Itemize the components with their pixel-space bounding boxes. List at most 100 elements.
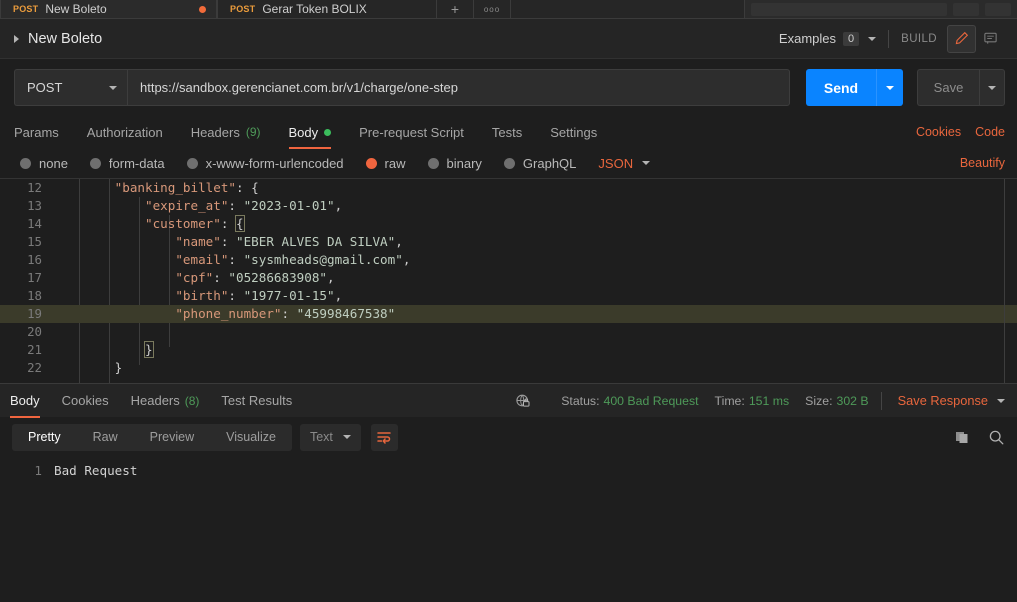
copy-icon[interactable] [954,429,970,445]
code-token: } [144,341,154,358]
tab-label: Tests [491,124,523,140]
response-tab-cookies[interactable]: Cookies [62,384,109,418]
word-wrap-icon[interactable] [370,423,398,451]
radio-icon [89,157,101,169]
ellipsis-icon[interactable]: ooo [474,0,511,18]
time-value: 151 ms [748,393,790,408]
request-body-editor[interactable]: 12 "banking_billet": {13 "expire_at": "2… [0,178,1017,383]
tab-params[interactable]: Params [14,116,59,148]
view-mode-preview[interactable]: Preview [134,424,210,451]
http-method-select[interactable]: POST [14,69,127,106]
code-token: , [327,270,335,285]
tab-label: Settings [550,124,598,140]
send-options-caret[interactable] [876,69,903,106]
code-text: "banking_billet": { [54,179,1017,197]
divider [888,29,890,48]
url-value: https://sandbox.gerencianet.com.br/v1/ch… [140,80,458,95]
code-line[interactable]: 14 "customer": { [0,215,1017,233]
code-token: "email" [175,252,229,267]
code-token: "birth" [175,288,229,303]
request-tab-gerar-token-bolix[interactable]: POST Gerar Token BOLIX [217,0,437,18]
line-number: 22 [27,360,42,375]
response-body-viewer[interactable]: 1 Bad Request [0,457,1017,567]
view-mode-pretty[interactable]: Pretty [12,424,77,451]
body-type-none[interactable]: none [20,156,68,171]
response-meta: Status: 400 Bad Request Time: 151 ms Siz… [515,391,1005,410]
body-type-binary[interactable]: binary [427,156,482,171]
body-type-form-data[interactable]: form-data [89,156,165,171]
tab-body[interactable]: Body [288,116,332,149]
tab-settings[interactable]: Settings [550,116,597,148]
tab-method-label: POST [13,4,39,14]
body-type-row: none form-data x-www-form-urlencoded raw… [0,148,1017,178]
chevron-down-icon[interactable] [868,36,877,41]
tab-bar-spacer [511,0,745,18]
request-header: New Boleto Examples 0 BUILD [0,19,1017,59]
chevron-down-icon[interactable] [642,161,651,165]
response-format-select[interactable]: Text [299,423,361,451]
view-mode-raw[interactable]: Raw [77,424,134,451]
tab-pre-request-script[interactable]: Pre-request Script [359,116,464,148]
toolbar-button-a[interactable] [953,2,979,16]
tab-count: (8) [184,393,200,408]
status-label: Status: [561,393,600,408]
body-type-graphql[interactable]: GraphQL [503,156,576,171]
response-tab-body[interactable]: Body [10,384,40,418]
code-line[interactable]: 20 [0,323,1017,341]
search-icon[interactable] [988,429,1005,446]
response-tab-headers[interactable]: Headers (8) [131,384,200,418]
line-number: 15 [27,234,42,249]
save-options-caret[interactable] [979,69,1005,106]
code-line[interactable]: 18 "birth": "1977-01-15", [0,287,1017,305]
editor-scrollbar[interactable] [1007,179,1017,383]
line-number: 12 [27,180,42,195]
pencil-icon[interactable] [947,24,976,53]
comment-icon[interactable] [976,25,1005,53]
http-method-value: POST [27,80,63,95]
response-view-mode-group: Pretty Raw Preview Visualize [12,423,292,451]
tab-tests[interactable]: Tests [492,116,522,148]
send-button[interactable]: Send [806,69,876,106]
code-line[interactable]: 21 } [0,341,1017,359]
code-line[interactable]: 19 "phone_number": "45998467538" [0,305,1017,323]
code-line[interactable]: 17 "cpf": "05286683908", [0,269,1017,287]
chevron-down-icon[interactable] [997,398,1005,403]
code-token: : [281,306,297,321]
response-tab-test-results[interactable]: Test Results [221,384,292,418]
line-number: 20 [27,324,42,339]
time-group: Time: 151 ms [715,394,790,408]
code-line[interactable]: 22 } [0,359,1017,377]
body-format-select[interactable]: JSON [598,156,633,171]
size-value: 302 B [836,393,869,408]
plus-icon[interactable]: + [437,0,474,18]
request-tab-new-boleto[interactable]: POST New Boleto [0,0,217,18]
send-button-group: Send [806,69,903,106]
code-token: } [114,360,123,375]
global-search-input[interactable] [751,2,947,16]
body-type-x-www-form-urlencoded[interactable]: x-www-form-urlencoded [186,155,344,171]
tab-label: Headers [130,393,180,408]
code-line[interactable]: 16 "email": "sysmheads@gmail.com", [0,251,1017,269]
code-line[interactable]: 13 "expire_at": "2023-01-01", [0,197,1017,215]
save-button[interactable]: Save [917,69,979,106]
code-token: : [220,216,236,231]
tab-label: Body [10,393,40,408]
save-response-button[interactable]: Save Response [898,393,988,408]
tab-authorization[interactable]: Authorization [87,116,163,148]
toolbar-button-b[interactable] [985,2,1011,16]
code-token: , [395,234,403,249]
url-input[interactable]: https://sandbox.gerencianet.com.br/v1/ch… [127,69,790,106]
code-token: : [228,252,244,267]
body-type-label: x-www-form-urlencoded [205,155,344,171]
body-type-raw[interactable]: raw [365,156,406,171]
beautify-link[interactable]: Beautify [960,156,1005,170]
code-line[interactable]: 15 "name": "EBER ALVES DA SILVA", [0,233,1017,251]
code-token: "phone_number" [175,306,282,321]
tab-headers[interactable]: Headers (9) [191,116,261,148]
code-link[interactable]: Code [975,125,1005,139]
cookies-link[interactable]: Cookies [916,125,961,139]
code-token: : [228,288,244,303]
chevron-right-icon[interactable] [14,34,19,43]
view-mode-visualize[interactable]: Visualize [210,424,292,451]
code-line[interactable]: 12 "banking_billet": { [0,179,1017,197]
